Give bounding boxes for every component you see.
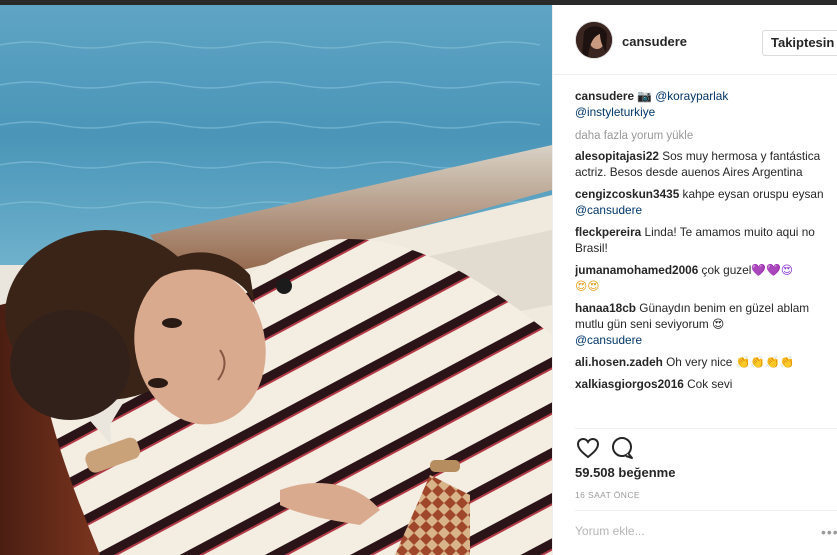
- comment-text: çok guzel: [701, 263, 752, 277]
- post-header: cansudere Takiptesin: [553, 5, 837, 75]
- comment-text: Oh very nice 👏👏👏👏: [666, 355, 795, 369]
- avatar[interactable]: [575, 21, 613, 59]
- heart-emoji-icon: 💜💜😍: [751, 263, 794, 277]
- divider: [575, 510, 837, 511]
- heart-icon[interactable]: [575, 435, 601, 461]
- comment-username[interactable]: ali.hosen.zadeh: [575, 355, 663, 369]
- comment-item: hanaa18cb Günaydın benim en güzel ablam …: [575, 300, 835, 348]
- likes-count[interactable]: 59.508 beğenme: [575, 465, 675, 480]
- comment-item: xalkiasgiorgos2016 Cok sevi: [575, 376, 835, 392]
- comment-item: ali.hosen.zadeh Oh very nice 👏👏👏👏: [575, 354, 835, 370]
- post-timestamp[interactable]: 16 SAAT ÖNCE: [575, 490, 640, 500]
- header-username[interactable]: cansudere: [622, 34, 687, 49]
- comment-item: fleckpereira Linda! Te amamos muito aqui…: [575, 224, 835, 256]
- caption-mention-magazine[interactable]: @instyleturkiye: [575, 105, 655, 119]
- comment-username[interactable]: jumanamohamed2006: [575, 263, 698, 277]
- comment-item: alesopitajasi22 Sos muy hermosa y fantás…: [575, 148, 835, 180]
- more-options-icon[interactable]: •••: [821, 524, 837, 540]
- post-photo[interactable]: [0, 5, 552, 555]
- follow-button[interactable]: Takiptesin: [762, 30, 837, 56]
- comment-input[interactable]: [575, 521, 813, 541]
- load-more-comments[interactable]: daha fazla yorum yükle: [575, 128, 835, 144]
- divider: [575, 428, 837, 429]
- post-actions: [575, 435, 675, 463]
- caption: cansudere 📷 @koray​parlak @instyleturkiy…: [575, 88, 835, 120]
- avatar-image: [576, 22, 612, 58]
- comment-bubble-icon[interactable]: [609, 435, 635, 461]
- comment-username[interactable]: xalkiasgiorgos2016: [575, 377, 684, 391]
- caption-username[interactable]: cansudere: [575, 89, 634, 103]
- comment-username[interactable]: cengizcoskun3435: [575, 187, 679, 201]
- post-photo-illustration: [0, 5, 552, 555]
- comment-text: Cok sevi: [687, 377, 733, 391]
- caption-mention-photographer[interactable]: @koray​parlak: [655, 89, 728, 103]
- camera-emoji-icon: 📷: [637, 89, 652, 103]
- comment-mention[interactable]: @cansudere: [575, 333, 642, 347]
- comment-text: kahpe eysan oruspu eysan: [682, 187, 824, 201]
- post-panel: cansudere Takiptesin cansudere 📷 @koray​…: [552, 5, 837, 555]
- comment-item: cengizcoskun3435 kahpe eysan oruspu eysa…: [575, 186, 835, 218]
- heart-eyes-emoji-icon: 😍😍: [575, 279, 600, 293]
- comment-mention[interactable]: @cansudere: [575, 203, 642, 217]
- comment-username[interactable]: fleckpereira: [575, 225, 641, 239]
- comments-list[interactable]: cansudere 📷 @koray​parlak @instyleturkiy…: [575, 88, 835, 428]
- comment-username[interactable]: hanaa18cb: [575, 301, 636, 315]
- comment-username[interactable]: alesopitajasi22: [575, 149, 659, 163]
- comment-item: jumanamohamed2006 çok guzel💜💜😍 😍😍: [575, 262, 835, 294]
